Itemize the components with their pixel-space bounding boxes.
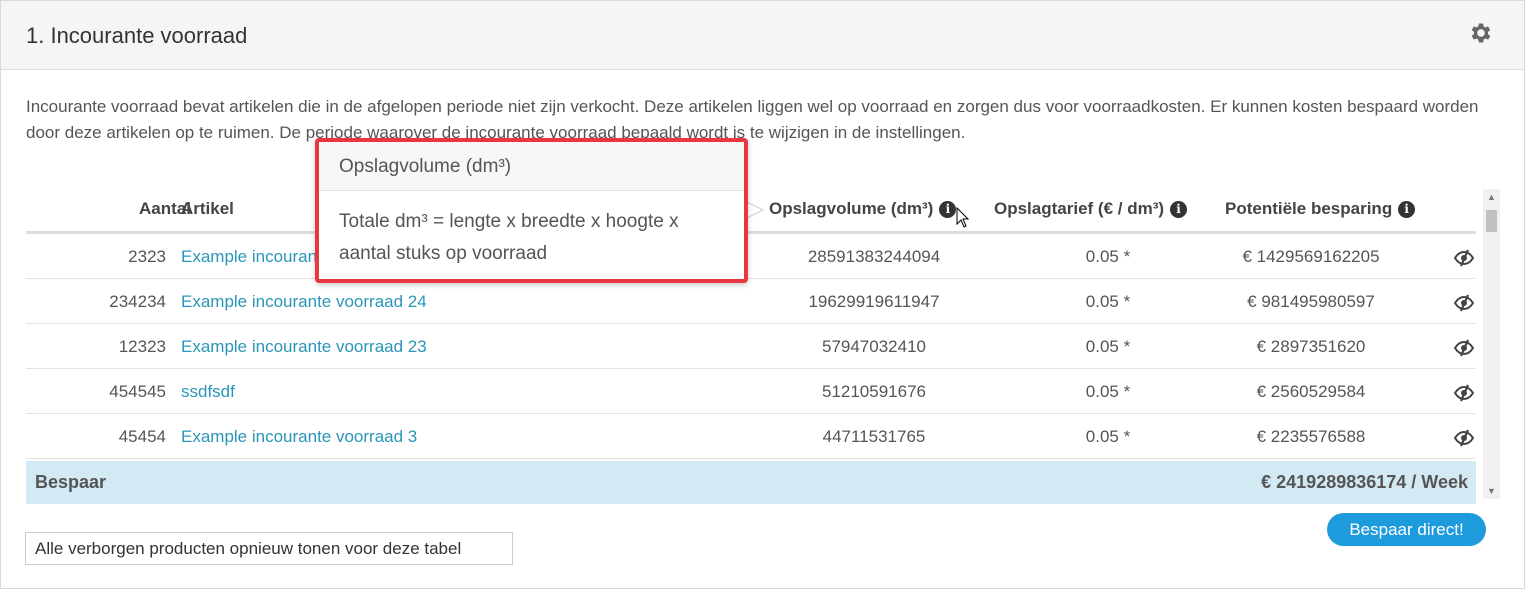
table-row: 234234 Example incourante voorraad 24 19… <box>26 279 1476 324</box>
hide-eye-icon[interactable] <box>1450 414 1478 459</box>
hide-eye-icon[interactable] <box>1450 234 1478 279</box>
cell-besparing: € 2235576588 <box>1256 427 1366 446</box>
popover-body: Totale dm³ = lengte x breedte x hoogte x… <box>339 211 679 264</box>
column-header-artikel[interactable]: Artikel <box>181 187 234 231</box>
cell-aantal: 2323 <box>128 247 166 266</box>
table-row: 45454 Example incourante voorraad 3 4471… <box>26 414 1476 459</box>
cell-tarief: 0.05 * <box>1085 427 1131 446</box>
info-popover: Opslagvolume (dm³) Totale dm³ = lengte x… <box>315 138 748 283</box>
cell-besparing: € 2560529584 <box>1256 382 1366 401</box>
cell-aantal: 454545 <box>109 382 166 401</box>
cell-volume: 44711531765 <box>822 427 926 446</box>
panel-title: 1. Incourante voorraad <box>26 23 248 48</box>
column-header-besparing-label: Potentiële besparing <box>1225 199 1393 218</box>
cell-volume: 28591383244094 <box>807 247 941 266</box>
cell-aantal: 45454 <box>118 427 166 446</box>
article-link[interactable]: Example incourante voorraad 24 <box>181 279 427 324</box>
hide-eye-icon[interactable] <box>1450 279 1478 324</box>
cell-besparing: € 2897351620 <box>1256 337 1366 356</box>
column-header-opslagvolume-label: Opslagvolume (dm³) <box>769 199 934 218</box>
cell-besparing: € 981495980597 <box>1247 292 1375 311</box>
gear-icon[interactable] <box>1468 20 1494 46</box>
cell-volume: 57947032410 <box>821 337 926 356</box>
article-link[interactable]: ssdfsdf <box>181 369 235 414</box>
table-row: 454545 ssdfsdf 51210591676 0.05 * € 2560… <box>26 369 1476 414</box>
info-icon[interactable]: i <box>1170 201 1188 218</box>
cell-aantal: 12323 <box>118 337 166 356</box>
column-header-opslagvolume[interactable]: Opslagvolume (dm³) i <box>769 187 957 231</box>
description-text: Incourante voorraad bevat artikelen die … <box>26 97 1479 142</box>
total-value: € 2419289836174 / Week <box>1261 472 1468 492</box>
info-icon[interactable]: i <box>1398 201 1416 218</box>
popover-title: Opslagvolume (dm³) <box>319 142 744 191</box>
incourante-voorraad-panel: 1. Incourante voorraad Incourante voorra… <box>0 0 1525 589</box>
article-link[interactable]: Example incourante voorraad 3 <box>181 414 417 459</box>
cell-volume: 51210591676 <box>821 382 926 401</box>
data-table: Aantal Artikel Opslagvolume (dm³) i Opsla… <box>26 187 1501 504</box>
cell-besparing: € 1429569162205 <box>1242 247 1380 266</box>
panel-header: 1. Incourante voorraad <box>1 1 1524 70</box>
column-header-opslagtarief-label: Opslagtarief (€ / dm³) <box>994 199 1165 218</box>
cell-tarief: 0.05 * <box>1085 292 1131 311</box>
scrollbar-thumb[interactable] <box>1486 210 1497 232</box>
table-row: 12323 Example incourante voorraad 23 579… <box>26 324 1476 369</box>
scroll-up-icon[interactable]: ▲ <box>1483 189 1500 205</box>
cell-tarief: 0.05 * <box>1085 337 1131 356</box>
column-header-opslagtarief[interactable]: Opslagtarief (€ / dm³) i <box>994 187 1188 231</box>
total-label: Bespaar <box>35 472 107 492</box>
hide-eye-icon[interactable] <box>1450 324 1478 369</box>
info-icon[interactable]: i <box>939 201 957 218</box>
cell-tarief: 0.05 * <box>1085 247 1131 266</box>
cell-volume: 19629919611947 <box>808 292 940 311</box>
bespaar-direct-button[interactable]: Bespaar direct! <box>1327 513 1486 546</box>
cell-aantal: 234234 <box>109 292 166 311</box>
scroll-down-icon[interactable]: ▼ <box>1483 483 1500 499</box>
article-link[interactable]: Example incourante voorraad 23 <box>181 324 427 369</box>
table-row: 2323 Example incourante voorraad 25 2859… <box>26 234 1476 279</box>
show-hidden-products-button[interactable]: Alle verborgen producten opnieuw tonen v… <box>25 532 513 565</box>
column-header-besparing[interactable]: Potentiële besparing i <box>1225 187 1416 231</box>
cell-tarief: 0.05 * <box>1085 382 1131 401</box>
total-row: Bespaar € 2419289836174 / Week <box>26 461 1476 504</box>
hide-eye-icon[interactable] <box>1450 369 1478 414</box>
table-scrollbar[interactable]: ▲ ▼ <box>1483 189 1500 499</box>
mouse-cursor-icon <box>956 207 970 228</box>
